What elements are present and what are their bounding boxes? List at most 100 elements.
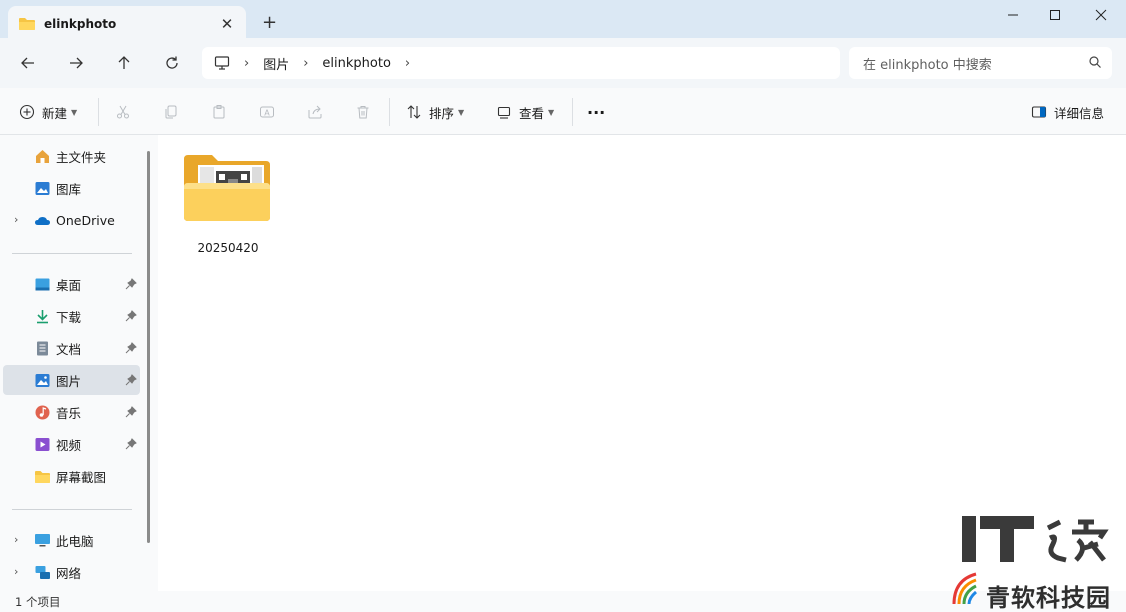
paste-button[interactable] <box>209 100 229 124</box>
new-label: 新建 <box>42 105 68 121</box>
svg-text:A: A <box>264 109 270 118</box>
home-icon <box>36 149 49 163</box>
minimize-button[interactable] <box>990 4 1036 26</box>
new-button[interactable]: 新建 ▼ <box>17 100 77 124</box>
tab-title: elinkphoto <box>44 17 117 31</box>
chevron-right-icon[interactable]: › <box>14 213 18 226</box>
arrow-right-icon <box>70 57 83 69</box>
sidebar-item-onedrive[interactable]: › OneDrive <box>3 205 140 235</box>
plus-circle-icon <box>19 104 35 120</box>
up-button[interactable] <box>113 52 135 74</box>
pin-icon[interactable] <box>125 278 137 290</box>
pin-icon[interactable] <box>125 438 137 450</box>
chevron-down-icon: ▼ <box>548 107 555 117</box>
desktop-icon <box>35 278 50 290</box>
address-row: › 图片 › elinkphoto › 在 elinkphoto 中搜索 <box>0 38 1126 88</box>
copy-button[interactable] <box>161 100 181 124</box>
sidebar-item-videos[interactable]: 视频 <box>3 429 140 459</box>
close-icon <box>1095 9 1107 21</box>
search-icon <box>1089 56 1101 68</box>
watermark-text: 青软科技园 <box>986 584 1111 612</box>
music-icon <box>35 405 50 419</box>
folder-icon <box>19 18 35 30</box>
network-icon <box>35 565 50 579</box>
cut-button[interactable] <box>113 100 133 124</box>
refresh-button[interactable] <box>161 52 183 74</box>
gallery-icon <box>35 181 50 195</box>
delete-button[interactable] <box>353 100 373 124</box>
arrow-up-icon <box>118 56 130 69</box>
share-icon <box>308 105 322 119</box>
breadcrumb-elinkphoto[interactable]: elinkphoto <box>322 56 391 71</box>
it-home-logo <box>962 516 1109 563</box>
tab-elinkphoto[interactable]: elinkphoto ✕ <box>8 6 246 42</box>
view-button[interactable]: 查看 ▼ <box>494 100 554 124</box>
sidebar-item-music[interactable]: 音乐 <box>3 397 140 427</box>
details-pane-icon <box>1031 106 1047 118</box>
refresh-icon <box>166 56 178 69</box>
chevron-right-icon[interactable]: › <box>405 56 410 71</box>
back-button[interactable] <box>17 52 39 74</box>
details-pane-button[interactable]: 详细信息 <box>1029 100 1104 124</box>
title-bar: elinkphoto ✕ + <box>0 0 1126 42</box>
chevron-right-icon[interactable]: › <box>303 56 308 71</box>
more-button[interactable]: ··· <box>587 100 605 124</box>
forward-button[interactable] <box>65 52 87 74</box>
search-input[interactable]: 在 elinkphoto 中搜索 <box>849 47 1112 79</box>
rename-button[interactable]: A <box>257 100 277 124</box>
folder-name: 20250420 <box>197 241 259 255</box>
pictures-icon <box>35 373 50 387</box>
pin-icon[interactable] <box>125 374 137 386</box>
sort-button[interactable]: 排序 ▼ <box>404 100 464 124</box>
minimize-icon <box>1008 14 1018 16</box>
share-button[interactable] <box>305 100 325 124</box>
sort-label: 排序 <box>429 105 455 121</box>
command-bar: 新建 ▼ A 排序 ▼ 查看 ▼ ··· 详细信息 <box>0 88 1126 135</box>
pin-icon[interactable] <box>125 406 137 418</box>
rainbow-logo-icon <box>952 572 977 605</box>
sidebar-item-pictures[interactable]: 图片 <box>3 365 140 395</box>
cloud-icon <box>35 216 50 225</box>
sidebar-item-screenshots[interactable]: 屏幕截图 <box>3 461 140 491</box>
view-label: 查看 <box>519 105 545 121</box>
divider <box>572 98 573 126</box>
item-count: 1 个项目 <box>15 595 61 609</box>
sidebar-item-downloads[interactable]: 下载 <box>3 301 140 331</box>
divider <box>98 98 99 126</box>
video-icon <box>35 437 50 451</box>
sidebar-item-gallery[interactable]: 图库 <box>3 173 140 203</box>
details-label: 详细信息 <box>1054 105 1105 121</box>
pin-icon[interactable] <box>125 342 137 354</box>
sort-icon <box>407 105 421 119</box>
view-icon <box>497 106 511 119</box>
sidebar-item-this-pc[interactable]: › 此电脑 <box>3 525 140 555</box>
copy-icon <box>165 105 177 119</box>
rename-icon: A <box>260 106 274 118</box>
sidebar-divider <box>12 509 132 510</box>
sidebar-item-desktop[interactable]: 桌面 <box>3 269 140 299</box>
sidebar-item-documents[interactable]: 文档 <box>3 333 140 363</box>
folder-item[interactable]: 20250420 <box>178 151 278 261</box>
sidebar-divider <box>12 253 132 254</box>
pc-icon <box>35 533 50 546</box>
sidebar-item-home[interactable]: 主文件夹 <box>3 141 140 171</box>
watermark: 青软科技园 <box>948 514 1126 612</box>
pin-icon[interactable] <box>125 310 137 322</box>
chevron-right-icon[interactable]: › <box>14 565 18 578</box>
sidebar-scrollbar[interactable] <box>147 151 150 543</box>
maximize-button[interactable] <box>1032 4 1078 26</box>
chevron-right-icon[interactable]: › <box>14 533 18 546</box>
close-tab-icon[interactable]: ✕ <box>218 15 236 33</box>
close-window-button[interactable] <box>1078 4 1124 26</box>
divider <box>389 98 390 126</box>
trash-icon <box>357 106 369 119</box>
chevron-right-icon[interactable]: › <box>244 56 249 71</box>
chevron-down-icon: ▼ <box>71 107 78 117</box>
breadcrumb-pictures[interactable]: 图片 <box>263 54 289 73</box>
address-bar[interactable]: › 图片 › elinkphoto › <box>202 47 840 79</box>
sidebar-item-network[interactable]: › 网络 <box>3 557 140 587</box>
download-icon <box>37 309 48 323</box>
navigation-pane: 主文件夹 图库 › OneDrive 桌面 下载 文档 图片 音乐 视频 屏幕截… <box>0 135 158 591</box>
scissors-icon <box>117 105 129 119</box>
new-tab-button[interactable]: + <box>262 12 277 33</box>
